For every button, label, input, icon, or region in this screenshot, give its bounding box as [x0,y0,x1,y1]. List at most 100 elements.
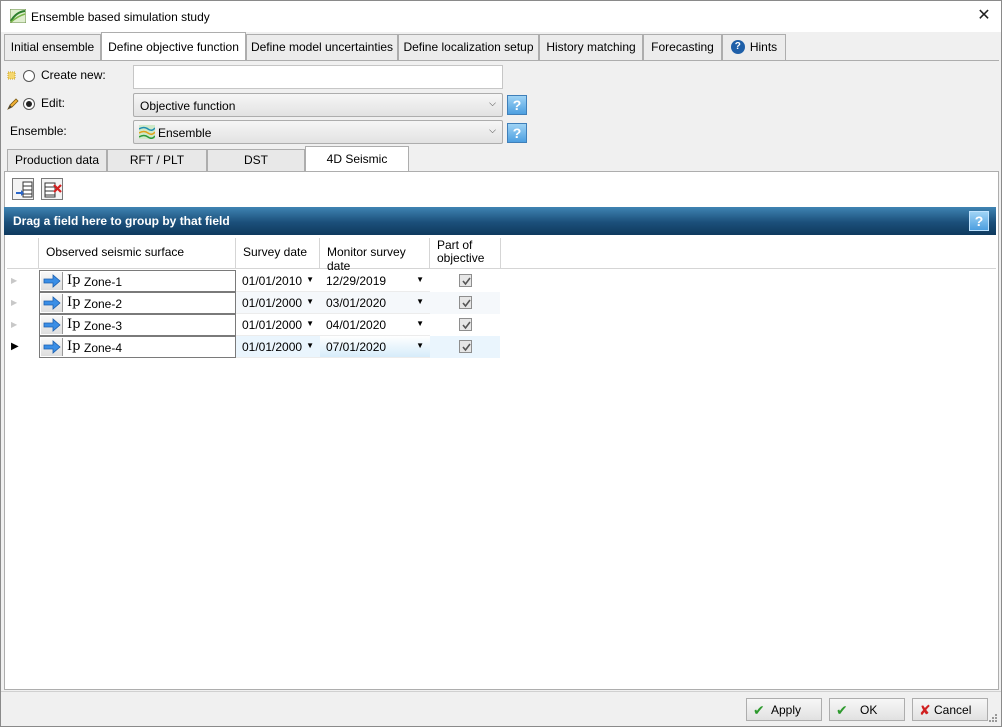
column-header-part-of-objective[interactable]: Part of objective [430,238,501,269]
tab-label: 4D Seismic [326,152,388,166]
column-header-filler [501,238,996,269]
checkmark-icon [462,343,471,352]
tab-label: Hints [749,40,778,54]
column-header-monitor-date[interactable]: Monitor survey date [320,238,430,273]
column-header-survey-date[interactable]: Survey date [236,238,320,269]
tab-define-objective-function[interactable]: Define objective function [101,32,246,60]
column-header-surface[interactable]: Observed seismic surface [39,238,236,269]
tab-define-localization-setup[interactable]: Define localization setup [398,34,539,60]
objective-function-select[interactable]: Objective function ⌵ [133,93,503,117]
right-arrow-icon [43,274,61,288]
surface-cell[interactable]: Ip Zone-4 [39,336,236,358]
tab-label: Forecasting [651,40,714,54]
ok-button[interactable]: ✔ OK [829,698,905,721]
ensemble-help-button[interactable]: ? [507,123,527,143]
monitor-date-value: 03/01/2020 [326,296,387,310]
row-indicator-icon: ▶ [11,276,18,285]
survey-date-cell[interactable]: 01/01/2000 ▼ [236,336,320,358]
tab-label: RFT / PLT [129,153,185,167]
dropdown-arrow-icon[interactable]: ▼ [306,275,314,284]
survey-date-cell[interactable]: 01/01/2000 ▼ [236,314,320,336]
survey-date-value: 01/01/2000 [242,318,303,332]
surface-name: Zone-3 [84,319,123,333]
drop-surface-button[interactable] [41,338,63,356]
resize-grip-icon[interactable] [988,713,998,723]
checkmark-icon [462,321,471,330]
tab-label: Define localization setup [403,40,534,54]
footer-separator [1,691,1001,692]
part-of-objective-checkbox[interactable] [459,340,472,353]
survey-date-cell[interactable]: 01/01/2010 ▼ [236,270,320,292]
add-row-button[interactable] [12,178,34,200]
help-circle-icon: ? [730,39,745,54]
tab-label: Define objective function [108,40,239,54]
apply-button[interactable]: ✔ Apply [746,698,822,721]
surface-cell[interactable]: Ip Zone-1 [39,270,236,292]
table-row[interactable]: ▶ Ip Zone-3 01/01/2000 ▼ 04/01/2020 ▼ [7,314,501,336]
part-of-objective-cell [430,270,500,292]
apply-label: Apply [771,703,802,717]
ensemble-value: Ensemble [158,126,212,140]
tab-define-model-uncertainties[interactable]: Define model uncertainties [246,34,398,60]
create-new-label: Create new: [41,68,106,82]
tab-forecasting[interactable]: Forecasting [643,34,722,60]
drop-surface-button[interactable] [41,272,63,290]
dropdown-arrow-icon[interactable]: ▼ [416,341,424,350]
tab-rft-plt[interactable]: RFT / PLT [107,149,207,171]
part-of-objective-cell [430,314,500,336]
ensemble-icon [139,125,155,139]
ok-label: OK [860,703,878,717]
row-indicator-icon: ▶ [11,320,18,329]
part-of-objective-checkbox[interactable] [459,318,472,331]
ip-icon: Ip [67,339,81,354]
survey-date-value: 01/01/2010 [242,274,303,288]
dropdown-arrow-icon[interactable]: ▼ [306,319,314,328]
tab-history-matching[interactable]: History matching [539,34,643,60]
group-by-bar[interactable]: Drag a field here to group by that field… [4,207,996,235]
tab-initial-ensemble[interactable]: Initial ensemble [4,34,101,60]
tab-hints[interactable]: ? Hints [722,34,786,60]
survey-date-cell[interactable]: 01/01/2000 ▼ [236,292,320,314]
tab-production-data[interactable]: Production data [7,149,107,171]
ensemble-select[interactable]: Ensemble ⌵ [133,120,503,144]
delete-row-button[interactable] [41,178,63,200]
right-arrow-icon [43,318,61,332]
checkmark-icon [462,277,471,286]
cancel-button[interactable]: ✘ Cancel [912,698,988,721]
current-row-indicator-icon: ▶ [11,341,19,352]
group-help-button[interactable]: ? [969,211,989,231]
monitor-date-cell[interactable]: 03/01/2020 ▼ [320,292,430,314]
tab-4d-seismic[interactable]: 4D Seismic [305,146,409,171]
close-icon[interactable]: ✕ [967,1,1001,32]
monitor-date-cell[interactable]: 04/01/2020 ▼ [320,314,430,336]
tab-label: Initial ensemble [10,40,95,54]
table-row[interactable]: ▶ Ip Zone-4 01/01/2000 ▼ 07/01/2020 ▼ [7,336,501,358]
monitor-date-cell[interactable]: 07/01/2020 ▼ [320,336,430,358]
main-window: Ensemble based simulation study ✕ Initia… [0,0,1002,727]
table-row[interactable]: ▶ Ip Zone-2 01/01/2000 ▼ 03/01/2020 ▼ [7,292,501,314]
header-label: Observed seismic surface [46,245,185,259]
dropdown-arrow-icon[interactable]: ▼ [416,275,424,284]
surface-cell[interactable]: Ip Zone-2 [39,292,236,314]
create-new-input[interactable] [133,65,503,89]
new-item-icon [7,71,16,80]
drop-surface-button[interactable] [41,316,63,334]
tab-dst[interactable]: DST [207,149,305,171]
check-icon: ✔ [836,702,848,718]
table-row[interactable]: ▶ Ip Zone-1 01/01/2010 ▼ 12/29/2019 ▼ [7,270,501,292]
dropdown-arrow-icon[interactable]: ▼ [416,319,424,328]
ip-icon: Ip [67,273,81,288]
edit-help-button[interactable]: ? [507,95,527,115]
monitor-date-value: 07/01/2020 [326,340,387,354]
dropdown-arrow-icon[interactable]: ▼ [306,297,314,306]
part-of-objective-checkbox[interactable] [459,274,472,287]
create-new-radio[interactable] [23,70,35,82]
monitor-date-cell[interactable]: 12/29/2019 ▼ [320,270,430,292]
part-of-objective-checkbox[interactable] [459,296,472,309]
dropdown-arrow-icon[interactable]: ▼ [306,341,314,350]
tab-label: History matching [546,40,636,54]
edit-radio[interactable] [23,98,35,110]
dropdown-arrow-icon[interactable]: ▼ [416,297,424,306]
drop-surface-button[interactable] [41,294,63,312]
surface-cell[interactable]: Ip Zone-3 [39,314,236,336]
